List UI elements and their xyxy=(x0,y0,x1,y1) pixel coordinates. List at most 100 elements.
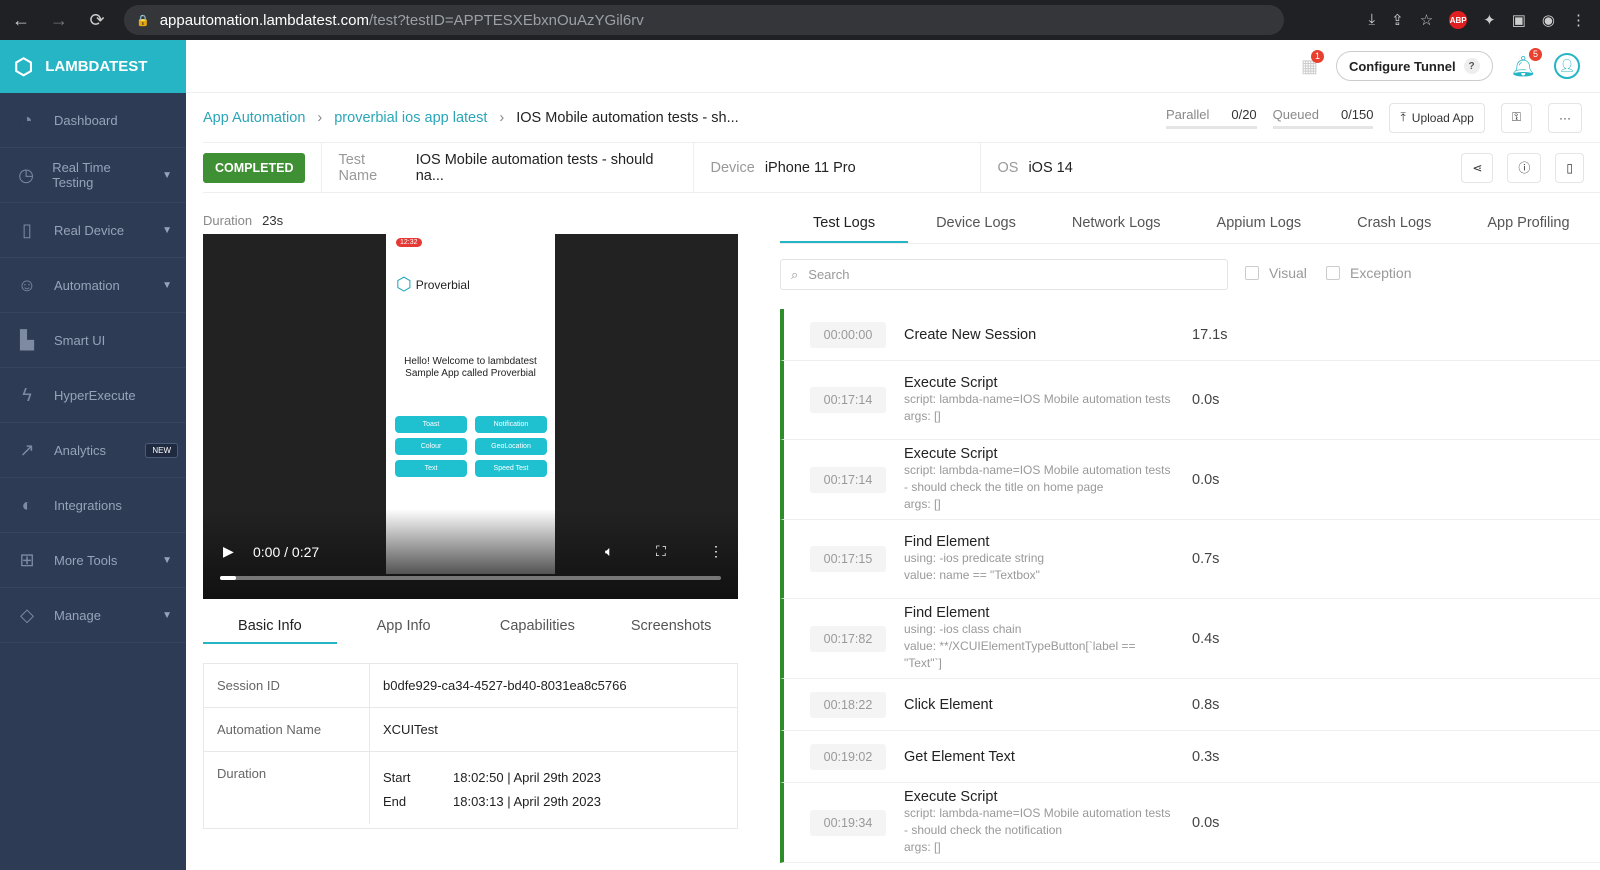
chevron-down-icon: ▼ xyxy=(162,169,172,181)
forward-icon[interactable]: → xyxy=(42,10,76,31)
visual-filter-checkbox[interactable]: Visual xyxy=(1245,265,1307,281)
reload-icon[interactable]: ⟳ xyxy=(80,10,114,31)
log-duration: 0.4s xyxy=(1192,630,1220,647)
profile-icon[interactable]: ◉ xyxy=(1542,11,1555,29)
help-icon[interactable]: ? xyxy=(1463,58,1480,74)
session-id-label: Session ID xyxy=(204,664,370,707)
address-bar[interactable]: 🔒 appautomation.lambdatest.com/test?testI… xyxy=(124,5,1284,35)
log-detail: args: [] xyxy=(904,409,941,423)
sidebar-item-real-time-testing[interactable]: ◷ Real Time Testing ▼ xyxy=(0,148,186,203)
sidebar-item-integrations[interactable]: ◐ Integrations xyxy=(0,478,186,533)
basic-info-table: Session ID b0dfe929-ca34-4527-bd40-8031ea… xyxy=(203,663,738,829)
exception-filter-checkbox[interactable]: Exception xyxy=(1326,265,1411,281)
log-tabs: Test Logs Device Logs Network Logs Appium L… xyxy=(780,205,1600,244)
sidebar-item-label: Integrations xyxy=(54,497,122,513)
video-menu-icon[interactable]: ⋮ xyxy=(709,543,723,560)
log-entry[interactable]: 00:17:82 Find Element using: -ios class ch… xyxy=(780,599,1600,679)
plus-icon: ⊞ xyxy=(19,549,35,570)
user-avatar-icon[interactable]: 👤︎ xyxy=(1554,53,1580,79)
tab-test-logs[interactable]: Test Logs xyxy=(780,205,909,243)
log-entry[interactable]: 00:00:00 Create New Session 17.1s xyxy=(780,309,1600,361)
share-button[interactable]: ⋖ xyxy=(1461,152,1494,183)
tab-app-info[interactable]: App Info xyxy=(337,608,471,644)
sidebar: ⬡ LAMBDATEST ◔ Dashboard ◷ Real Time Testing… xyxy=(0,40,186,870)
log-search-input[interactable]: ⌕ Search xyxy=(780,259,1228,290)
exception-label: Exception xyxy=(1350,265,1412,281)
lock-icon: 🔒 xyxy=(136,14,150,27)
url-path: /test?testID=APPTESXEbxnOuAzYGil6rv xyxy=(369,11,644,29)
logo[interactable]: ⬡ LAMBDATEST xyxy=(0,40,186,93)
sidebar-item-real-device[interactable]: ▯ Real Device ▼ xyxy=(0,203,186,258)
checkbox-exception[interactable] xyxy=(1326,266,1340,280)
tab-appium-logs[interactable]: Appium Logs xyxy=(1189,205,1330,243)
sidebar-item-smart-ui[interactable]: ▙ Smart UI xyxy=(0,313,186,368)
duration-row-label: Duration xyxy=(204,752,370,824)
breadcrumb-build[interactable]: proverbial ios app latest xyxy=(334,110,487,126)
sidebar-item-hyperexecute[interactable]: ϟ HyperExecute xyxy=(0,368,186,423)
delete-button[interactable]: ▯ xyxy=(1555,152,1584,183)
tab-capabilities[interactable]: Capabilities xyxy=(471,608,605,644)
log-entry[interactable]: 00:19:34 Execute Script script: lambda-nam… xyxy=(780,783,1600,863)
apps-grid-icon[interactable]: ▦ 1 xyxy=(1301,49,1324,77)
checkbox-visual[interactable] xyxy=(1245,266,1259,280)
tab-app-profiling[interactable]: App Profiling xyxy=(1459,205,1597,243)
tab-screenshots[interactable]: Screenshots xyxy=(604,608,738,644)
bell-icon[interactable]: 🔔︎ 5 xyxy=(1511,47,1542,79)
automation-name-label: Automation Name xyxy=(204,708,370,751)
log-entry[interactable]: 00:17:14 Execute Script script: lambda-nam… xyxy=(780,440,1600,520)
log-timestamp: 00:19:02 xyxy=(810,743,886,770)
sidebar-item-more-tools[interactable]: ⊞ More Tools ▼ xyxy=(0,533,186,588)
chevron-right-icon: › xyxy=(317,109,323,126)
tab-crash-logs[interactable]: Crash Logs xyxy=(1329,205,1459,243)
fullscreen-icon[interactable]: ⛶ xyxy=(656,543,666,560)
video-seek-bar[interactable] xyxy=(220,576,721,580)
more-icon: ··· xyxy=(1559,110,1571,125)
configure-tunnel-button[interactable]: Configure Tunnel? xyxy=(1335,51,1493,81)
share-icon[interactable]: ⇪ xyxy=(1391,11,1404,29)
tab-device-logs[interactable]: Device Logs xyxy=(908,205,1044,243)
test-info-row: COMPLETED Test Name IOS Mobile automation… xyxy=(203,142,1600,193)
log-detail: using: -ios class chain xyxy=(904,622,1022,636)
menu-icon[interactable]: ⋮ xyxy=(1571,11,1586,29)
breadcrumb-app-automation[interactable]: App Automation xyxy=(203,110,305,126)
play-icon[interactable]: ▶ xyxy=(223,543,234,560)
log-body: Execute Script script: lambda-name=IOS Mo… xyxy=(904,375,1174,425)
tab-basic-info[interactable]: Basic Info xyxy=(203,608,337,644)
sidepanel-icon[interactable]: ▣ xyxy=(1512,11,1526,29)
back-icon[interactable]: ← xyxy=(4,10,38,31)
info-button[interactable]: ⓘ xyxy=(1507,152,1542,183)
chevron-down-icon: ▼ xyxy=(162,279,172,291)
log-title: Click Element xyxy=(904,696,993,713)
chevron-right-icon: › xyxy=(499,109,505,126)
star-icon[interactable]: ☆ xyxy=(1420,11,1433,29)
sidebar-item-label: Analytics xyxy=(54,442,107,458)
log-detail: script: lambda-name=IOS Mobile automatio… xyxy=(904,463,1171,494)
log-title: Find Element xyxy=(904,534,990,550)
access-key-button[interactable]: ⚿ xyxy=(1500,102,1532,133)
log-entry[interactable]: 00:17:14 Execute Script script: lambda-nam… xyxy=(780,361,1600,440)
tab-network-logs[interactable]: Network Logs xyxy=(1044,205,1189,243)
log-entry[interactable]: 00:18:22 Click Element 0.8s xyxy=(780,679,1600,731)
start-value: 18:02:50 | April 29th 2023 xyxy=(453,770,601,785)
phone-button: Toast xyxy=(395,416,467,433)
video-player[interactable]: 12:32 ⬡ Proverbial Hello! Welcome to lamb… xyxy=(203,234,738,599)
log-timestamp: 00:19:34 xyxy=(810,809,886,836)
sidebar-item-analytics[interactable]: ↗ Analytics NEW xyxy=(0,423,186,478)
sidebar-item-manage[interactable]: ◇ Manage ▼ xyxy=(0,588,186,643)
download-icon[interactable]: ⤓ xyxy=(1368,11,1375,29)
log-entry[interactable]: 00:19:02 Get Element Text 0.3s xyxy=(780,731,1600,783)
extensions-icon[interactable]: ✦ xyxy=(1483,11,1496,29)
upload-app-button[interactable]: ⤒ Upload App xyxy=(1389,102,1485,133)
log-detail: using: -ios predicate string xyxy=(904,551,1045,565)
parallel-stat: Parallel 0/20 xyxy=(1166,107,1257,129)
adblock-icon[interactable]: ABP xyxy=(1449,11,1468,29)
duration-value: 23s xyxy=(262,213,284,228)
sidebar-item-automation[interactable]: ☺ Automation ▼ xyxy=(0,258,186,313)
browser-toolbar: ← → ⟳ 🔒 appautomation.lambdatest.com/test… xyxy=(0,0,1600,40)
log-entry[interactable]: 00:17:15 Find Element using: -ios predicat… xyxy=(780,520,1600,599)
sidebar-item-label: HyperExecute xyxy=(54,387,136,403)
volume-icon[interactable]: 🔈︎ xyxy=(605,543,613,560)
more-options-button[interactable]: ··· xyxy=(1548,102,1582,133)
sidebar-item-dashboard[interactable]: ◔ Dashboard xyxy=(0,93,186,148)
log-timestamp: 00:17:15 xyxy=(810,546,886,572)
